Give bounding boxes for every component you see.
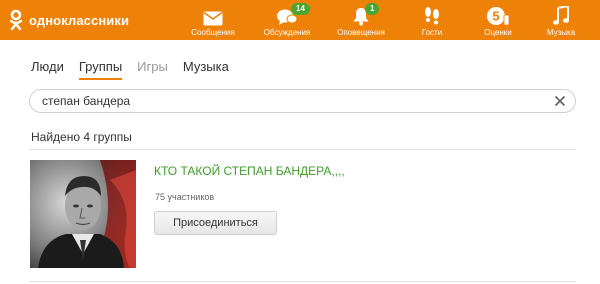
- nav-discussions-label: Обсуждения: [263, 28, 311, 37]
- tab-music[interactable]: Музыка: [183, 59, 229, 80]
- divider: [29, 281, 576, 282]
- tab-groups[interactable]: Группы: [78, 59, 123, 80]
- music-note-icon: [553, 6, 569, 25]
- top-navigation-bar: одноклассники Сообщения 14 Обсуждения 1 …: [0, 0, 600, 40]
- search-input[interactable]: [42, 93, 542, 109]
- nav-notifications-label: Оповещения: [337, 28, 385, 37]
- group-title-link[interactable]: КТО ТАКОЙ СТЕПАН БАНДЕРА,,,,: [154, 164, 345, 178]
- rating-icon: 5: [487, 7, 510, 26]
- tab-people[interactable]: Люди: [31, 59, 64, 80]
- group-thumbnail[interactable]: [30, 160, 136, 268]
- divider: [29, 149, 576, 150]
- nav-notifications[interactable]: 1 Оповещения: [332, 0, 390, 40]
- nav-guests-label: Гости: [421, 28, 443, 37]
- search-box: [29, 89, 576, 113]
- join-group-button[interactable]: Присоединиться: [154, 211, 277, 235]
- search-category-tabs: Люди Группы Игры Музыка: [31, 59, 244, 80]
- results-count: Найдено 4 группы: [31, 130, 132, 144]
- group-photo-image: [30, 160, 136, 268]
- nav-music-label: Музыка: [546, 28, 576, 37]
- nav-ratings[interactable]: 5 Оценки: [476, 0, 520, 40]
- discussions-badge: 14: [291, 3, 310, 15]
- logo[interactable]: одноклассники: [9, 6, 129, 34]
- notifications-badge: 1: [365, 3, 380, 15]
- tab-games[interactable]: Игры: [137, 59, 168, 80]
- ok-logo-icon: [9, 9, 23, 31]
- nav-music[interactable]: Музыка: [541, 0, 581, 40]
- clear-search-icon[interactable]: [553, 94, 567, 108]
- nav-ratings-label: Оценки: [484, 28, 512, 37]
- nav-messages-label: Сообщения: [191, 28, 235, 37]
- group-members-count: 75 участников: [155, 192, 215, 202]
- nav-messages[interactable]: Сообщения: [187, 0, 239, 40]
- envelope-icon: [203, 11, 223, 26]
- nav-discussions[interactable]: 14 Обсуждения: [257, 0, 317, 40]
- svg-text:5: 5: [492, 9, 499, 24]
- footprints-icon: [425, 7, 439, 25]
- nav-guests[interactable]: Гости: [414, 0, 450, 40]
- logo-text: одноклассники: [29, 12, 130, 28]
